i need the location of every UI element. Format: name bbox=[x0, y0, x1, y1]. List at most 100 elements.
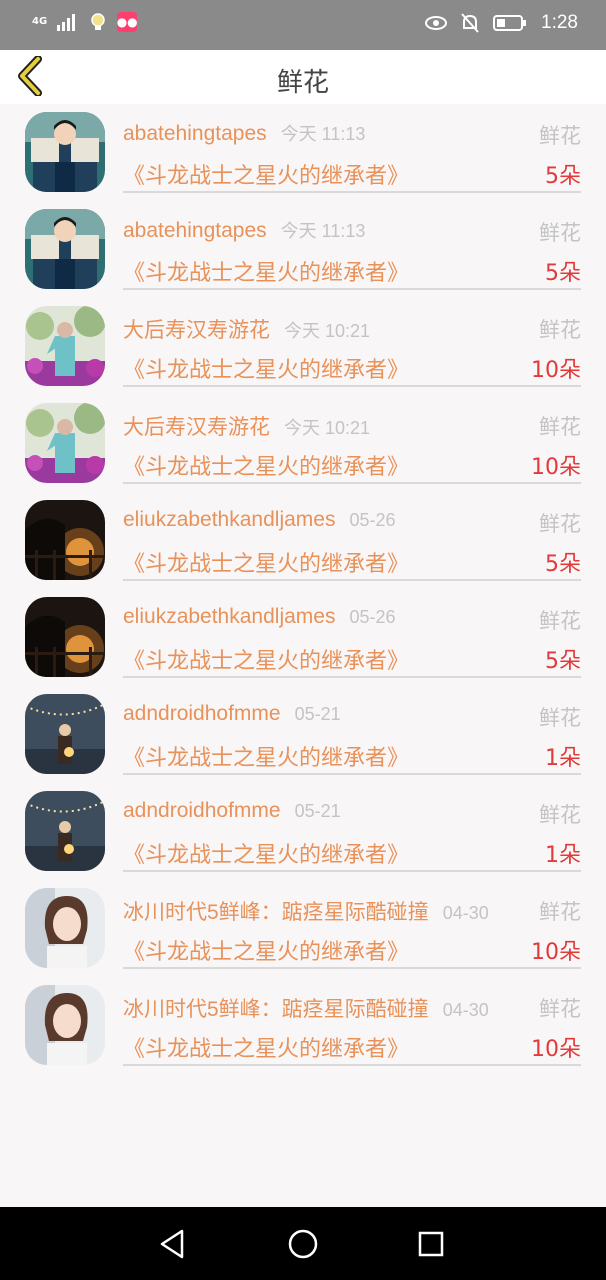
signal-icon bbox=[57, 14, 76, 31]
item-content: adndroidhofmme 05-21 鲜花《斗龙战士之星火的继承者》 1朵 bbox=[123, 686, 581, 775]
gift-type-label: 鲜花 bbox=[539, 124, 581, 148]
status-bar: 4G ●● 1:28 bbox=[0, 0, 606, 50]
avatar[interactable] bbox=[25, 500, 105, 580]
gift-type-label: 鲜花 bbox=[539, 900, 581, 924]
user-name[interactable]: adndroidhofmme bbox=[123, 799, 281, 822]
avatar[interactable] bbox=[25, 888, 105, 968]
list-item[interactable]: abatehingtapes 今天 11:13 鲜花 《斗龙战士之星火的继承者》 5朵 bbox=[0, 201, 606, 298]
status-left: 4G ●● bbox=[32, 12, 138, 32]
gift-type-label: 鲜花 bbox=[539, 609, 581, 633]
timestamp: 04-30 bbox=[442, 903, 489, 923]
timestamp: 05-26 bbox=[349, 607, 396, 627]
flower-count: 5朵 bbox=[545, 649, 581, 674]
flower-count: 5朵 bbox=[545, 164, 581, 189]
nav-recents-button[interactable] bbox=[414, 1227, 448, 1261]
item-content: eliukzabethkandljames 05-26 鲜花《斗龙战士之星火的继承者… bbox=[123, 589, 581, 678]
flower-count: 5朵 bbox=[545, 261, 581, 286]
nav-home-button[interactable] bbox=[286, 1227, 320, 1261]
book-title[interactable]: 《斗龙战士之星火的继承者》 bbox=[123, 740, 409, 772]
book-title[interactable]: 《斗龙战士之星火的继承者》 bbox=[123, 1031, 409, 1063]
square-recents-icon bbox=[418, 1231, 444, 1257]
flower-count: 1朵 bbox=[545, 746, 581, 771]
timestamp: 04-30 bbox=[442, 1000, 489, 1020]
flower-count: 1朵 bbox=[545, 843, 581, 868]
item-content: abatehingtapes 今天 11:13 鲜花《斗龙战士之星火的继承者》 5朵 bbox=[123, 104, 581, 193]
network-indicator: 4G bbox=[32, 16, 48, 27]
avatar[interactable] bbox=[25, 403, 105, 483]
nav-back-button[interactable] bbox=[156, 1227, 190, 1261]
item-content: 大后寿汉寿游花 今天 10:21 鲜花 《斗龙战士之星火的继承者》 10朵 bbox=[123, 395, 581, 484]
book-title[interactable]: 《斗龙战士之星火的继承者》 bbox=[123, 837, 409, 869]
user-name[interactable]: 冰川时代5鲜峰：踮痉星际酷碰撞 bbox=[123, 901, 429, 924]
lightbulb-icon bbox=[91, 13, 105, 30]
list-item[interactable]: adndroidhofmme 05-21 鲜花《斗龙战士之星火的继承者》 1朵 bbox=[0, 783, 606, 880]
user-name[interactable]: eliukzabethkandljames bbox=[123, 605, 335, 628]
avatar[interactable] bbox=[25, 112, 105, 192]
item-content: 大后寿汉寿游花 今天 10:21 鲜花《斗龙战士之星火的继承者》 10朵 bbox=[123, 298, 581, 387]
flower-count: 10朵 bbox=[531, 1037, 581, 1062]
user-name-line: adndroidhofmme 05-21 bbox=[123, 702, 341, 726]
clock: 1:28 bbox=[541, 12, 578, 33]
list-item[interactable]: eliukzabethkandljames 05-26 鲜花《斗龙战士之星火的继承者… bbox=[0, 492, 606, 589]
gift-type-label: 鲜花 bbox=[539, 512, 581, 536]
list-item[interactable]: 大后寿汉寿游花 今天 10:21 鲜花 《斗龙战士之星火的继承者》 10朵 bbox=[0, 395, 606, 492]
user-name-line: eliukzabethkandljames 05-26 bbox=[123, 508, 396, 532]
user-name[interactable]: abatehingtapes bbox=[123, 122, 267, 145]
page-title: 鲜花 bbox=[276, 68, 329, 98]
battery-icon bbox=[493, 15, 527, 31]
item-content: adndroidhofmme 05-21 鲜花《斗龙战士之星火的继承者》 1朵 bbox=[123, 783, 581, 872]
header: 鲜花 bbox=[0, 50, 606, 104]
list-item[interactable]: abatehingtapes 今天 11:13 鲜花《斗龙战士之星火的继承者》 5朵 bbox=[0, 104, 606, 201]
timestamp: 今天 11:13 bbox=[280, 124, 366, 144]
user-name-line: 大后寿汉寿游花 今天 10:21 bbox=[123, 314, 370, 344]
user-name[interactable]: 大后寿汉寿游花 bbox=[123, 416, 270, 439]
system-nav-bar bbox=[0, 1207, 606, 1280]
flower-count: 10朵 bbox=[531, 455, 581, 480]
book-title[interactable]: 《斗龙战士之星火的继承者》 bbox=[123, 352, 409, 384]
user-name[interactable]: 冰川时代5鲜峰：踮痉星际酷碰撞 bbox=[123, 998, 429, 1021]
user-name-line: adndroidhofmme 05-21 bbox=[123, 799, 341, 823]
avatar[interactable] bbox=[25, 791, 105, 871]
item-content: 冰川时代5鲜峰：踮痉星际酷碰撞 04-30 鲜花《斗龙战士之星火的继承者》 10朵 bbox=[123, 880, 581, 969]
list-item[interactable]: eliukzabethkandljames 05-26 鲜花《斗龙战士之星火的继承者… bbox=[0, 589, 606, 686]
book-title[interactable]: 《斗龙战士之星火的继承者》 bbox=[123, 546, 409, 578]
list-item[interactable]: adndroidhofmme 05-21 鲜花《斗龙战士之星火的继承者》 1朵 bbox=[0, 686, 606, 783]
list-item[interactable]: 冰川时代5鲜峰：踮痉星际酷碰撞 04-30 鲜花《斗龙战士之星火的继承者》 10朵 bbox=[0, 880, 606, 977]
circle-home-icon bbox=[288, 1229, 318, 1259]
eye-icon bbox=[425, 16, 448, 30]
flower-count: 10朵 bbox=[531, 940, 581, 965]
book-title[interactable]: 《斗龙战士之星火的继承者》 bbox=[123, 449, 409, 481]
gift-type-label: 鲜花 bbox=[539, 318, 581, 342]
timestamp: 05-21 bbox=[294, 704, 341, 724]
timestamp: 今天 10:21 bbox=[284, 321, 371, 341]
gift-type-label: 鲜花 bbox=[539, 803, 581, 827]
user-name[interactable]: adndroidhofmme bbox=[123, 702, 281, 725]
avatar[interactable] bbox=[25, 597, 105, 677]
avatar[interactable] bbox=[25, 209, 105, 289]
flower-list: abatehingtapes 今天 11:13 鲜花 《斗龙战士之星火的继承者》 5朵 a… bbox=[0, 104, 606, 1074]
item-content: abatehingtapes 今天 11:13 鲜花 《斗龙战士之星火的继承者》 5朵 bbox=[123, 201, 581, 290]
user-name-line: 大后寿汉寿游花 今天 10:21 bbox=[123, 411, 370, 441]
book-title[interactable]: 《斗龙战士之星火的继承者》 bbox=[123, 643, 409, 675]
user-name-line: abatehingtapes 今天 11:13 bbox=[123, 217, 365, 243]
user-name[interactable]: eliukzabethkandljames bbox=[123, 508, 335, 531]
triangle-back-icon bbox=[160, 1229, 184, 1259]
timestamp: 05-21 bbox=[294, 801, 341, 821]
list-item[interactable]: 冰川时代5鲜峰：踮痉星际酷碰撞 04-30 鲜花《斗龙战士之星火的继承者》 10朵 bbox=[0, 977, 606, 1074]
book-title[interactable]: 《斗龙战士之星火的继承者》 bbox=[123, 934, 409, 966]
gift-type-label: 鲜花 bbox=[539, 706, 581, 730]
avatar[interactable] bbox=[25, 306, 105, 386]
book-title[interactable]: 《斗龙战士之星火的继承者》 bbox=[123, 158, 409, 190]
avatar[interactable] bbox=[25, 694, 105, 774]
timestamp: 05-26 bbox=[349, 510, 396, 530]
item-content: 冰川时代5鲜峰：踮痉星际酷碰撞 04-30 鲜花《斗龙战士之星火的继承者》 10朵 bbox=[123, 977, 581, 1066]
user-name-line: eliukzabethkandljames 05-26 bbox=[123, 605, 396, 629]
user-name[interactable]: 大后寿汉寿游花 bbox=[123, 319, 270, 342]
user-name[interactable]: abatehingtapes bbox=[123, 219, 267, 242]
list-item[interactable]: 大后寿汉寿游花 今天 10:21 鲜花《斗龙战士之星火的继承者》 10朵 bbox=[0, 298, 606, 395]
gift-type-label: 鲜花 bbox=[539, 997, 581, 1021]
timestamp: 今天 10:21 bbox=[284, 418, 371, 438]
book-title[interactable]: 《斗龙战士之星火的继承者》 bbox=[123, 255, 409, 287]
flower-count: 10朵 bbox=[531, 358, 581, 383]
avatar[interactable] bbox=[25, 985, 105, 1065]
